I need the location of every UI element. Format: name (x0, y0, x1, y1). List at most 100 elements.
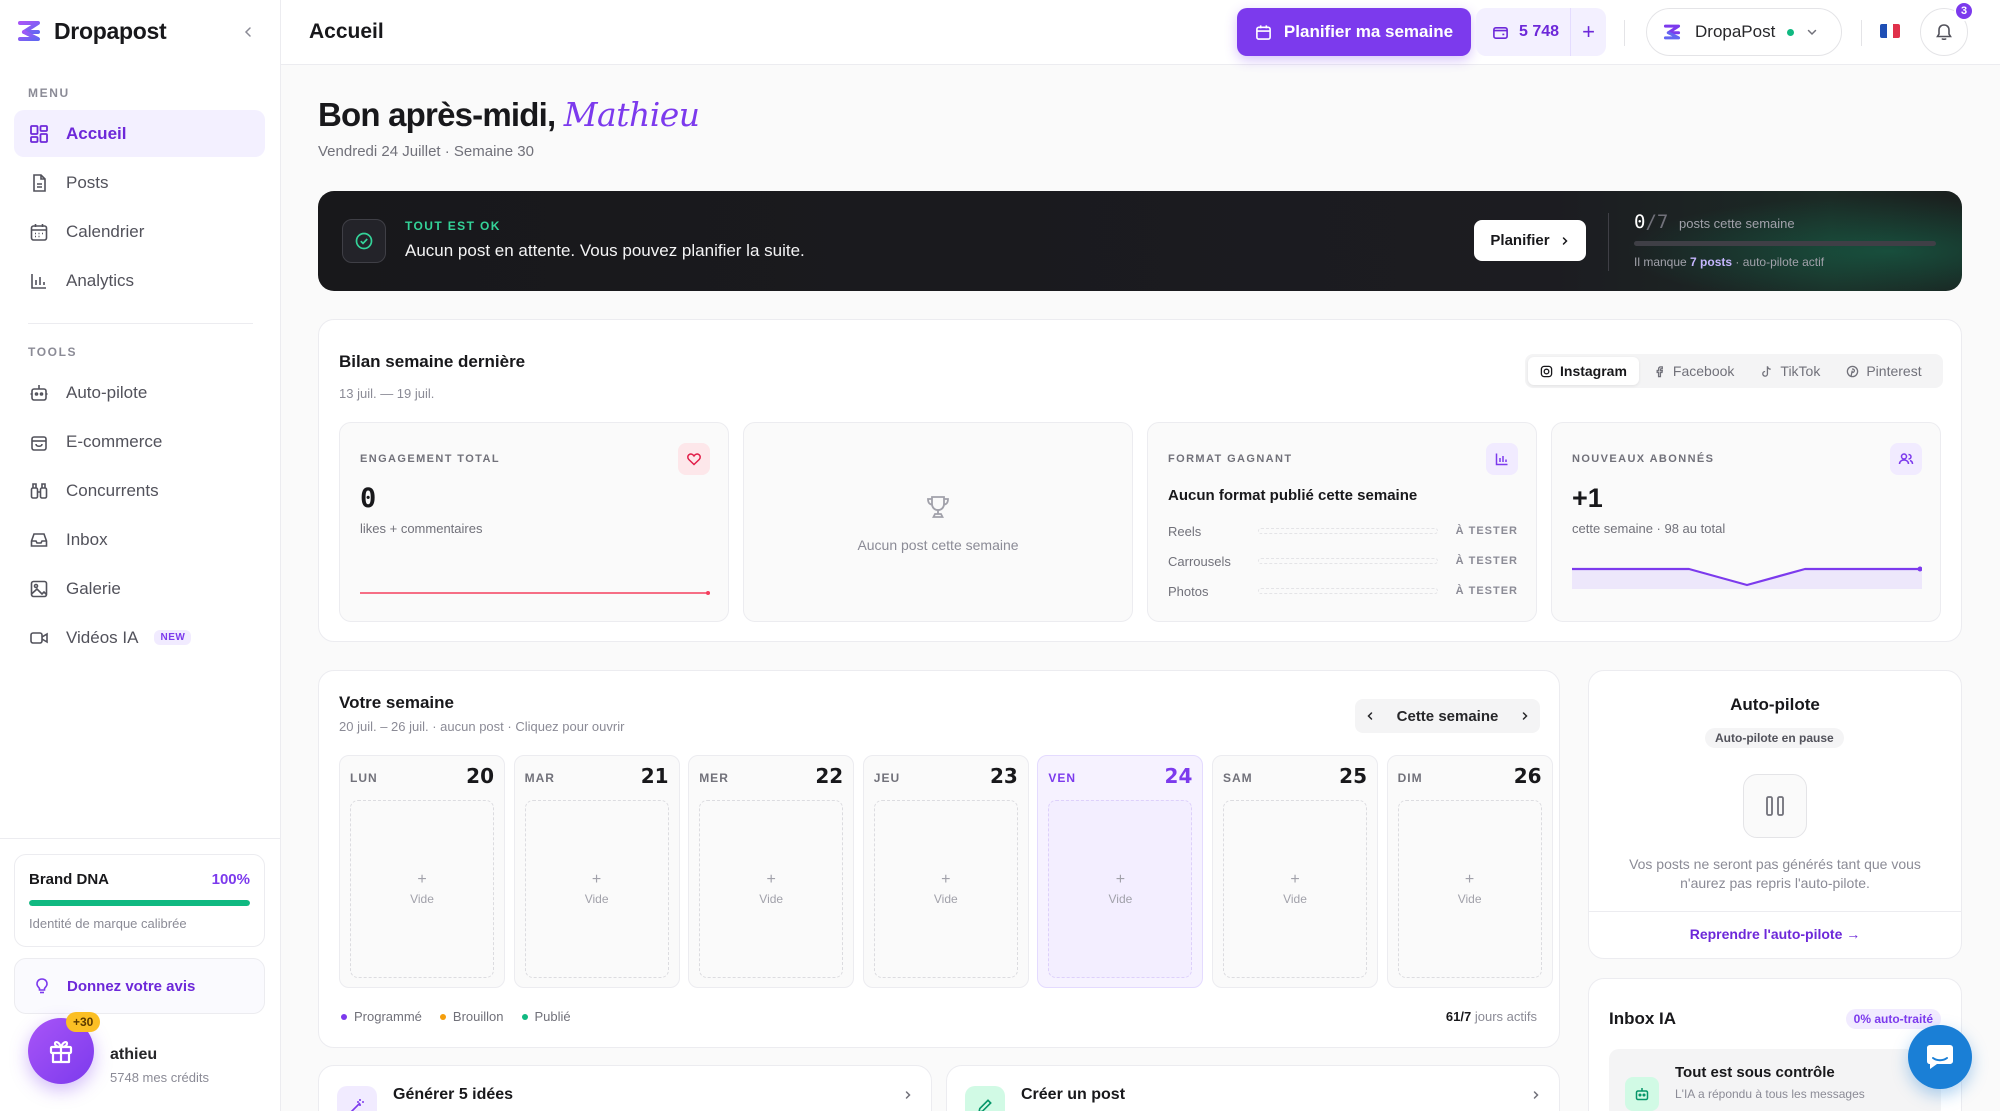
day-column-lun[interactable]: LUN 20 + Vide (339, 755, 505, 988)
next-week-button[interactable] (1520, 711, 1530, 721)
gift-icon (49, 1040, 73, 1064)
weekly-post-total: /7 (1645, 211, 1669, 233)
legend-label: Programmé (354, 1009, 422, 1024)
add-credits-button[interactable]: + (1570, 8, 1606, 56)
credits-pill: 5 748 + (1476, 8, 1606, 56)
day-column-sam[interactable]: SAM 25 + Vide (1212, 755, 1378, 988)
new-badge: NEW (154, 630, 192, 645)
brand-dna-title: Brand DNA (29, 871, 110, 888)
robot-icon (1625, 1077, 1659, 1111)
tab-pinterest[interactable]: Pinterest (1834, 357, 1933, 385)
day-column-mer[interactable]: MER 22 + Vide (688, 755, 855, 988)
week-legend: Programmé Brouillon Publié (341, 1009, 571, 1024)
sidebar-item-e-commerce[interactable]: E-commerce (14, 418, 265, 465)
day-column-mar[interactable]: MAR 21 + Vide (513, 755, 680, 988)
wallet-icon (1493, 26, 1508, 39)
binoculars-icon (28, 480, 50, 502)
inbox-ai-status-item[interactable]: Tout est sous contrôle L'IA a répondu à … (1609, 1049, 1941, 1111)
plan-week-button[interactable]: Planifier ma semaine (1237, 8, 1471, 56)
user-credits: 5748 mes crédits (110, 1070, 209, 1085)
note-suffix: · auto-pilote actif (1735, 255, 1825, 269)
document-icon (28, 172, 50, 194)
banner-plan-label: Planifier (1490, 232, 1550, 249)
sidebar-item-galerie[interactable]: Galerie (14, 565, 265, 612)
tiktok-icon (1762, 365, 1772, 377)
support-chat-button[interactable] (1908, 1025, 1972, 1089)
empty-day-slot[interactable]: + Vide (1397, 800, 1542, 978)
tab-instagram[interactable]: Instagram (1528, 357, 1639, 385)
winning-format-stat-card[interactable]: FORMAT GAGNANT Aucun format publié cette… (1147, 422, 1537, 622)
account-switcher[interactable]: DropaPost (1646, 8, 1842, 56)
app-logo[interactable]: Dropapost (14, 16, 167, 46)
brand-dna-percent: 100% (211, 871, 250, 888)
online-status-dot (1787, 28, 1795, 36)
your-week-subtitle: 20 juil. – 26 juil. · aucun post · Cliqu… (339, 719, 625, 734)
empty-day-slot[interactable]: + Vide (1048, 800, 1193, 978)
day-number: 22 (815, 764, 844, 788)
bar-chart-icon (28, 270, 50, 292)
sidebar: Dropapost MENU Accueil Posts Calendrier … (0, 0, 281, 1111)
followers-stat-card[interactable]: NOUVEAUX ABONNÉS +1 cette semaine · 98 a… (1551, 422, 1941, 622)
sidebar-item-label: Accueil (66, 123, 127, 143)
facebook-icon (1656, 365, 1663, 377)
sidebar-item-label: E-commerce (66, 431, 163, 451)
day-column-dim[interactable]: DIM 26 + Vide (1386, 755, 1553, 988)
sidebar-item-label: Vidéos IA (66, 627, 139, 647)
engagement-value: 0 (360, 483, 377, 514)
bar-chart-icon (1486, 443, 1518, 475)
last-week-title: Bilan semaine dernière (339, 352, 526, 371)
language-flag-fr[interactable] (1880, 24, 1900, 38)
empty-day-slot[interactable]: + Vide (1223, 800, 1367, 978)
empty-day-slot[interactable]: + Vide (873, 800, 1018, 978)
empty-day-slot[interactable]: + Vide (524, 800, 669, 978)
active-days: 61/7 jours actifs (1446, 1009, 1537, 1024)
format-tag: À TESTER (1455, 555, 1518, 567)
tab-tiktok[interactable]: TikTok (1748, 357, 1832, 385)
sidebar-item-inbox[interactable]: Inbox (14, 516, 265, 563)
current-week-label[interactable]: Cette semaine (1397, 708, 1499, 725)
banner-plan-button[interactable]: Planifier (1474, 220, 1586, 261)
format-label: Carrousels (1168, 553, 1231, 569)
credits-value: 5 748 (1519, 23, 1560, 40)
calendar-icon (1256, 24, 1271, 40)
sidebar-item-auto-pilote[interactable]: Auto-pilote (14, 369, 265, 416)
brand-dna-card[interactable]: Brand DNA 100% Identité de marque calibr… (14, 854, 265, 947)
engagement-stat-card[interactable]: ENGAGEMENT TOTAL 0 likes + commentaires (339, 422, 729, 622)
trophy-icon (927, 496, 949, 518)
credits-display[interactable]: 5 748 (1476, 23, 1570, 41)
previous-week-button[interactable] (1365, 711, 1375, 721)
collapse-sidebar-button[interactable] (236, 20, 260, 44)
sidebar-item-posts[interactable]: Posts (14, 159, 265, 206)
tab-label: Pinterest (1866, 363, 1922, 379)
sidebar-item-calendrier[interactable]: Calendrier (14, 208, 265, 255)
weekly-post-count: 0/7 (1634, 211, 1668, 233)
greeting-prefix: Bon après-midi, (318, 96, 556, 133)
last-week-range: 13 juil. — 19 juil. (339, 386, 435, 401)
sidebar-item-concurrents[interactable]: Concurrents (14, 467, 265, 514)
format-row-carrousels: Carrousels À TESTER (1168, 553, 1518, 569)
resume-autopilot-link[interactable]: Reprendre l'auto-pilote → (1589, 926, 1961, 942)
your-week-title: Votre semaine (339, 693, 454, 712)
sidebar-item-videos-ia[interactable]: Vidéos IA NEW (14, 614, 265, 661)
inbox-ai-card: Inbox IA 0% auto-traité Tout est sous co… (1588, 978, 1962, 1111)
day-column-ven[interactable]: VEN 24 + Vide (1037, 755, 1204, 988)
feedback-button[interactable]: Donnez votre avis (14, 958, 265, 1014)
day-name: VEN (1048, 771, 1077, 785)
day-name: SAM (1223, 771, 1253, 785)
no-post-label: Aucun post cette semaine (857, 537, 1019, 553)
chevron-right-icon (1562, 236, 1568, 245)
sidebar-item-accueil[interactable]: Accueil (14, 110, 265, 157)
format-tag: À TESTER (1455, 525, 1518, 537)
empty-day-slot[interactable]: + Vide (350, 800, 494, 978)
inbox-ai-badge: 0% auto-traité (1845, 1009, 1941, 1029)
create-post-card[interactable]: Créer un post (946, 1065, 1560, 1111)
sidebar-item-label: Auto-pilote (66, 382, 148, 402)
generate-ideas-card[interactable]: Générer 5 idées (318, 1065, 932, 1111)
sidebar-item-analytics[interactable]: Analytics (14, 257, 265, 304)
empty-day-slot[interactable]: + Vide (699, 800, 844, 978)
tab-facebook[interactable]: Facebook (1641, 357, 1746, 385)
legend-dot (439, 1013, 446, 1020)
day-column-jeu[interactable]: JEU 23 + Vide (862, 755, 1029, 988)
banner-divider (1608, 213, 1609, 271)
empty-day-label: Vide (759, 892, 784, 906)
